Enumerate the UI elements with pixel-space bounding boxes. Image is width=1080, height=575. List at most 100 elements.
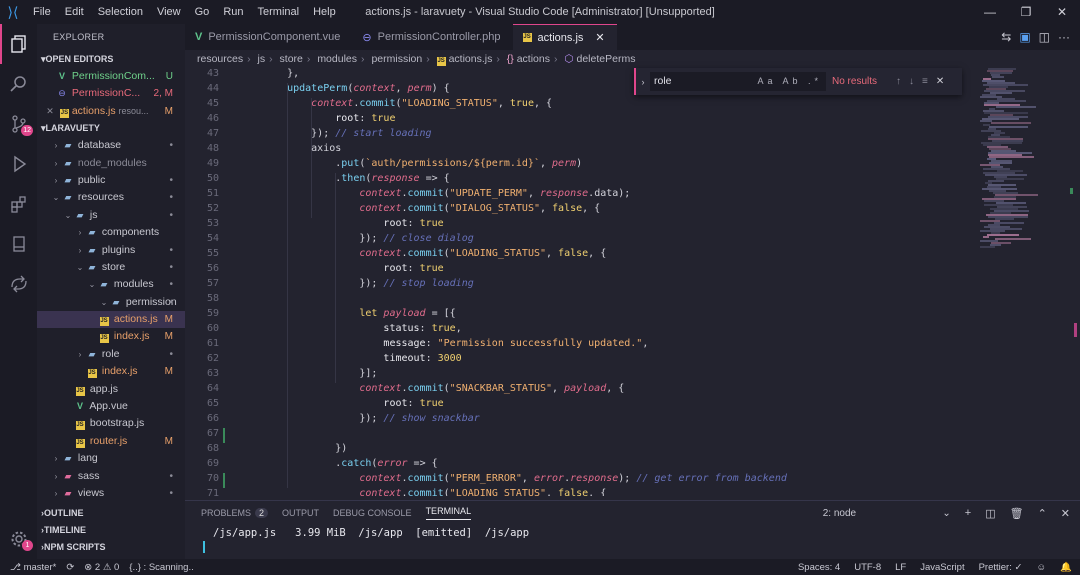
tree-item[interactable]: › ▰ node_modules — [37, 155, 185, 172]
restore-icon[interactable]: ❐ — [1008, 0, 1044, 24]
sync-icon[interactable]: ⟳ — [66, 562, 74, 573]
previous-match-icon[interactable]: ↑ — [896, 76, 901, 87]
tree-item[interactable]: › ▰ role • — [37, 346, 185, 363]
minimize-icon[interactable]: — — [972, 0, 1008, 24]
toggle-replace-icon[interactable]: › — [636, 77, 650, 87]
problems-status[interactable]: ⊗ 2 ⚠ 0 — [84, 562, 119, 573]
outline-section[interactable]: ›OUTLINE — [37, 505, 185, 522]
status-bar: ⎇ master* ⟳ ⊗ 2 ⚠ 0 {..} : Scanning.. Sp… — [0, 559, 1080, 575]
close-editor-icon[interactable]: ✕ — [43, 103, 57, 120]
tree-item[interactable]: ⌄ ▰ permission • — [37, 294, 185, 311]
menu-selection[interactable]: Selection — [91, 6, 150, 18]
next-match-icon[interactable]: ↓ — [909, 76, 914, 87]
tab-permission-component[interactable]: V PermissionComponent.vue — [185, 24, 352, 50]
close-tab-icon[interactable]: ✕ — [595, 31, 604, 44]
terminal-select[interactable]: 2: node ⌄ — [823, 508, 951, 519]
split-editor-icon[interactable]: ◫ — [1039, 30, 1050, 44]
close-panel-icon[interactable]: ✕ — [1061, 507, 1070, 520]
tree-item[interactable]: ⌄ ▰ modules • — [37, 276, 185, 293]
find-options[interactable]: Aa Ab .* — [757, 72, 822, 91]
tab-permission-controller[interactable]: ⊖ PermissionController.php — [352, 24, 512, 50]
notifications-icon[interactable]: 🔔 — [1060, 562, 1072, 573]
tree-item[interactable]: › ▰ public • — [37, 172, 185, 189]
tree-item[interactable]: › ▰ database • — [37, 137, 185, 154]
crumb-modules[interactable]: modules — [317, 53, 357, 65]
kill-terminal-icon[interactable]: 🗑 — [1010, 507, 1024, 520]
minimap[interactable] — [976, 68, 1068, 248]
close-find-icon[interactable]: ✕ — [936, 76, 944, 87]
search-icon[interactable] — [0, 64, 37, 104]
tree-item[interactable]: JS app.js — [37, 381, 185, 398]
crumb-resources[interactable]: resources — [197, 53, 243, 65]
tab-debug-console[interactable]: DEBUG CONSOLE — [333, 508, 412, 518]
extensions-icon[interactable] — [0, 184, 37, 224]
open-editor-path: resou... — [118, 105, 149, 116]
encoding-status[interactable]: UTF-8 — [854, 562, 881, 573]
tree-item[interactable]: ⌄ ▰ store • — [37, 259, 185, 276]
explorer-icon[interactable] — [0, 24, 37, 64]
php-file-icon: ⊖ — [362, 31, 372, 44]
crumb-method[interactable]: deletePerms — [577, 53, 636, 65]
menu-view[interactable]: View — [150, 6, 188, 18]
menu-edit[interactable]: Edit — [58, 6, 91, 18]
remote-explorer-icon[interactable] — [0, 264, 37, 304]
menu-file[interactable]: File — [26, 6, 58, 18]
editor-scrollbar[interactable] — [1068, 68, 1080, 496]
crumb-store[interactable]: store — [280, 53, 303, 65]
tree-item[interactable]: ⌄ ▰ js • — [37, 207, 185, 224]
npm-scripts-section[interactable]: ›NPM SCRIPTS — [37, 539, 185, 556]
tab-problems[interactable]: PROBLEMS 2 — [201, 508, 269, 518]
menu-run[interactable]: Run — [216, 6, 250, 18]
menu-help[interactable]: Help — [306, 6, 343, 18]
tree-item[interactable]: JS index.js M — [37, 328, 185, 345]
tree-item[interactable]: V App.vue — [37, 398, 185, 415]
run-debug-icon[interactable] — [0, 144, 37, 184]
more-actions-icon[interactable]: ··· — [1058, 30, 1070, 44]
open-editors-section[interactable]: ▾OPEN EDITORS — [37, 51, 185, 68]
find-in-selection-icon[interactable]: ≡ — [922, 76, 928, 87]
open-editor-item[interactable]: V PermissionCom... U — [37, 68, 185, 85]
tree-item[interactable]: › ▰ plugins • — [37, 242, 185, 259]
open-preview-icon[interactable]: ▣ — [1019, 30, 1030, 44]
tree-item[interactable]: JS bootstrap.js — [37, 415, 185, 432]
code-editor[interactable]: 43 }, 44 updatePerm(context, perm) {45 co… — [185, 68, 1080, 496]
source-control-icon[interactable]: 12 — [0, 104, 37, 144]
tree-item[interactable]: JS router.js M — [37, 433, 185, 450]
tree-item[interactable]: JS index.js M — [37, 363, 185, 380]
crumb-actions[interactable]: actions — [517, 53, 550, 65]
find-input[interactable]: role Aa Ab .* — [650, 72, 826, 91]
timeline-section[interactable]: ›TIMELINE — [37, 522, 185, 539]
feedback-icon[interactable]: ☺ — [1036, 562, 1046, 573]
tree-item[interactable]: › ▰ views • — [37, 485, 185, 502]
tree-item[interactable]: › ▰ lang — [37, 450, 185, 467]
language-status[interactable]: JavaScript — [920, 562, 964, 573]
method-icon: ⬡ — [564, 53, 574, 65]
git-branch[interactable]: ⎇ master* — [10, 562, 56, 573]
tree-item-selected[interactable]: JS actions.js M — [37, 311, 185, 329]
split-terminal-icon[interactable]: ◫ — [985, 507, 995, 520]
project-section[interactable]: ▾LARAVUETY — [37, 120, 185, 137]
manage-gear-icon[interactable]: 1 — [0, 519, 37, 559]
prettier-status[interactable]: Prettier: ✓ — [979, 562, 1023, 573]
tree-item[interactable]: ⌄ ▰ resources • — [37, 189, 185, 206]
database-icon[interactable] — [0, 224, 37, 264]
crumb-js[interactable]: js — [258, 53, 266, 65]
menu-go[interactable]: Go — [188, 6, 217, 18]
maximize-panel-icon[interactable]: ⌃ — [1038, 507, 1047, 520]
indent-status[interactable]: Spaces: 4 — [798, 562, 840, 573]
menu-terminal[interactable]: Terminal — [251, 6, 307, 18]
tree-item[interactable]: › ▰ sass • — [37, 468, 185, 485]
tab-output[interactable]: OUTPUT — [282, 508, 319, 518]
minimap-line — [991, 122, 1031, 124]
new-terminal-icon[interactable]: + — [965, 507, 971, 519]
tree-item[interactable]: › ▰ components — [37, 224, 185, 241]
close-icon[interactable]: ✕ — [1044, 0, 1080, 24]
eol-status[interactable]: LF — [895, 562, 906, 573]
tab-terminal[interactable]: TERMINAL — [425, 506, 472, 520]
tab-actions-js[interactable]: JS actions.js ✕ — [512, 24, 617, 50]
crumb-permission[interactable]: permission — [371, 53, 422, 65]
crumb-file[interactable]: actions.js — [449, 53, 493, 65]
open-editor-item[interactable]: ⊖ PermissionC... 2, M — [37, 85, 185, 102]
open-editor-item[interactable]: ✕ JS actions.js resou... M — [37, 103, 185, 120]
compare-icon[interactable]: ⇆ — [1001, 30, 1011, 44]
